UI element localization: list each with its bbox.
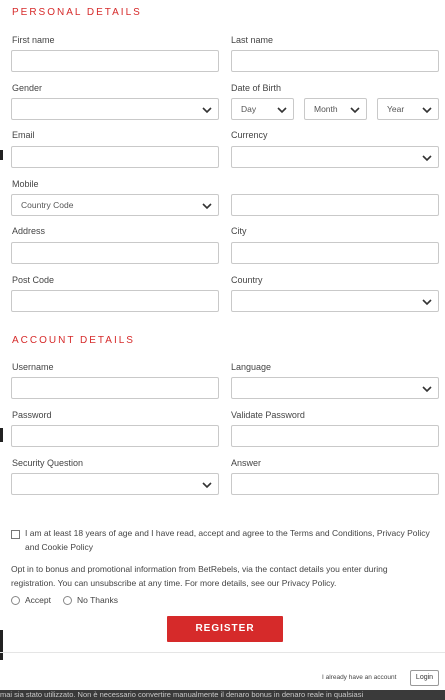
password-input[interactable] [11, 425, 219, 447]
mobile-label: Mobile [12, 179, 39, 189]
city-label: City [231, 226, 247, 236]
chevron-down-icon [422, 386, 432, 393]
first-name-input[interactable] [11, 50, 219, 72]
post-code-label: Post Code [12, 275, 55, 285]
chevron-down-icon [277, 107, 287, 114]
validate-password-input[interactable] [231, 425, 439, 447]
background-edge [0, 428, 3, 442]
security-question-label: Security Question [12, 458, 84, 468]
email-input[interactable] [11, 146, 219, 168]
password-label: Password [12, 410, 52, 420]
personal-details-heading: PERSONAL DETAILS [12, 7, 142, 18]
country-select[interactable] [231, 290, 439, 312]
login-button[interactable]: Login [410, 670, 439, 686]
dob-year-value: Year [387, 104, 405, 114]
age-terms-checkbox[interactable] [11, 530, 20, 539]
chevron-down-icon [350, 107, 360, 114]
security-question-select[interactable] [11, 473, 219, 495]
email-label: Email [12, 130, 35, 140]
no-thanks-label: No Thanks [77, 595, 118, 605]
background-edge [0, 150, 3, 160]
last-name-label: Last name [231, 35, 274, 45]
background-edge [0, 630, 3, 660]
gender-select[interactable] [11, 98, 219, 120]
optin-text: Opt in to bonus and promotional informat… [11, 564, 388, 588]
dob-year-select[interactable]: Year [377, 98, 439, 120]
mobile-number-input[interactable] [231, 194, 439, 216]
dob-month-select[interactable]: Month [304, 98, 367, 120]
chevron-down-icon [202, 203, 212, 210]
currency-select[interactable] [231, 146, 439, 168]
no-thanks-radio[interactable] [63, 596, 72, 605]
divider [0, 652, 445, 653]
chevron-down-icon [422, 155, 432, 162]
language-label: Language [231, 362, 272, 372]
last-name-input[interactable] [231, 50, 439, 72]
post-code-input[interactable] [11, 290, 219, 312]
accept-radio[interactable] [11, 596, 20, 605]
age-terms-text: I am at least 18 years of age and I have… [25, 528, 430, 552]
register-button[interactable]: REGISTER [167, 616, 283, 642]
dob-day-select[interactable]: Day [231, 98, 294, 120]
currency-label: Currency [231, 130, 268, 140]
address-input[interactable] [11, 242, 219, 264]
already-account-text: I already have an account [322, 674, 397, 681]
accept-label: Accept [25, 595, 51, 605]
chevron-down-icon [422, 107, 432, 114]
answer-input[interactable] [231, 473, 439, 495]
chevron-down-icon [202, 482, 212, 489]
username-label: Username [12, 362, 54, 372]
chevron-down-icon [202, 107, 212, 114]
language-select[interactable] [231, 377, 439, 399]
validate-password-label: Validate Password [231, 410, 305, 420]
gender-label: Gender [12, 83, 43, 93]
chevron-down-icon [422, 299, 432, 306]
dob-day-value: Day [241, 104, 257, 114]
answer-label: Answer [231, 458, 262, 468]
background-page-text: mai sia stato utilizzato. Non è necessar… [0, 690, 445, 700]
first-name-label: First name [12, 35, 55, 45]
country-label: Country [231, 275, 263, 285]
country-code-value: Country Code [21, 200, 74, 210]
city-input[interactable] [231, 242, 439, 264]
account-details-heading: ACCOUNT DETAILS [12, 335, 135, 346]
dob-label: Date of Birth [231, 83, 282, 93]
address-label: Address [12, 226, 46, 236]
dob-month-value: Month [314, 104, 338, 114]
country-code-select[interactable]: Country Code [11, 194, 219, 216]
username-input[interactable] [11, 377, 219, 399]
